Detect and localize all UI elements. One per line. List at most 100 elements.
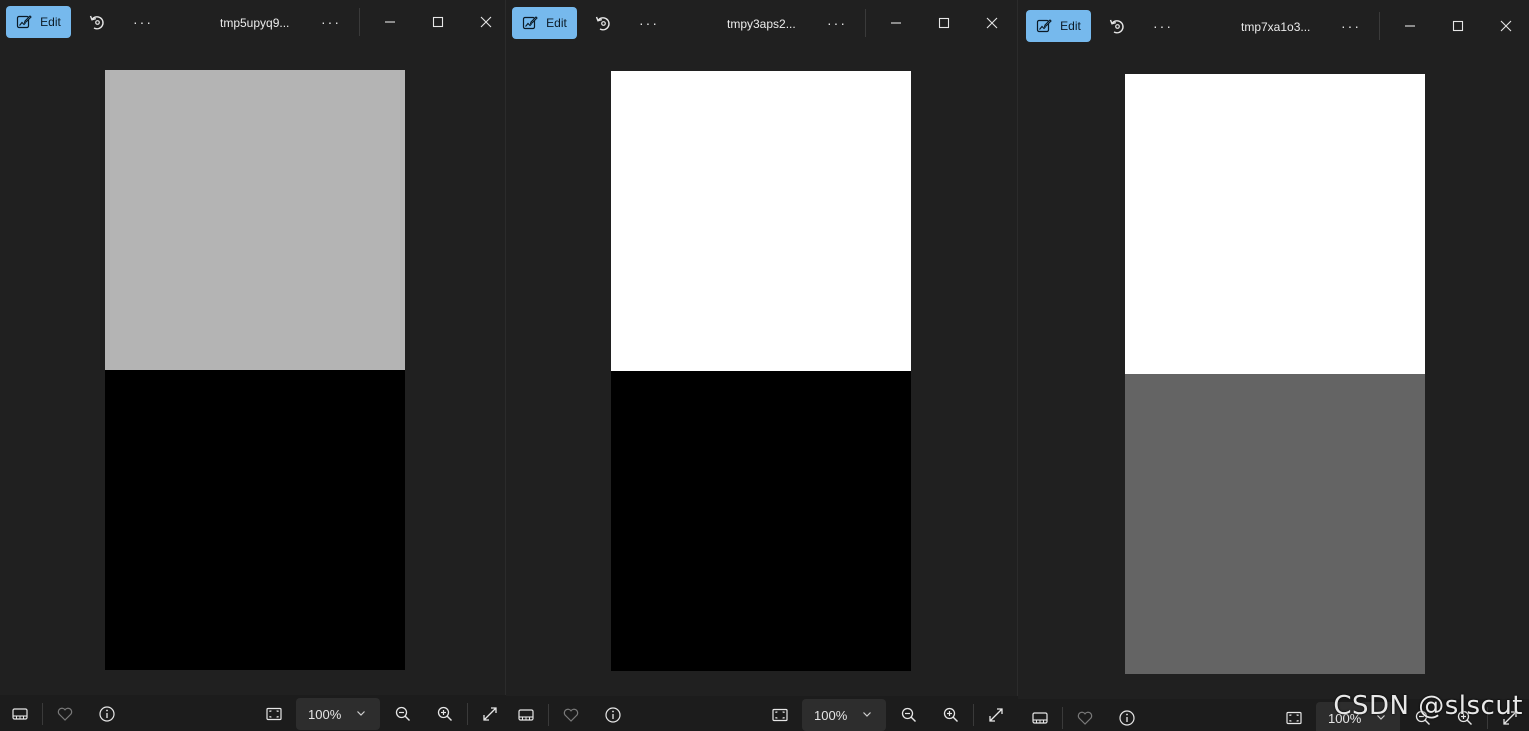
title-more-button[interactable]: ··· xyxy=(823,9,851,37)
close-icon xyxy=(983,14,1001,32)
bottom-toolbar: 100% xyxy=(0,695,506,731)
rotate-button[interactable] xyxy=(83,8,111,36)
maximize-icon xyxy=(429,13,447,31)
close-button[interactable] xyxy=(978,9,1006,37)
more-icon: ··· xyxy=(639,15,659,31)
fit-to-window-icon xyxy=(1285,709,1303,727)
favorite-icon xyxy=(1076,709,1094,727)
zoom-in-icon xyxy=(942,706,960,724)
filmstrip-button[interactable] xyxy=(6,700,34,728)
image-top-half xyxy=(1125,74,1425,374)
favorite-button[interactable] xyxy=(51,700,79,728)
info-button[interactable] xyxy=(93,700,121,728)
more-icon: ··· xyxy=(827,15,847,31)
maximize-icon xyxy=(935,14,953,32)
more-options-button[interactable]: ··· xyxy=(635,9,663,37)
chevron-down-icon xyxy=(860,707,874,721)
minimize-button[interactable] xyxy=(376,8,404,36)
filmstrip-button[interactable] xyxy=(1026,704,1054,731)
more-icon: ··· xyxy=(321,14,341,30)
zoom-out-button[interactable] xyxy=(895,701,923,729)
toolbar-separator xyxy=(42,703,43,725)
maximize-icon xyxy=(1449,17,1467,35)
minimize-icon xyxy=(381,13,399,31)
edit-button[interactable]: Edit xyxy=(1026,10,1091,42)
title-more-button[interactable]: ··· xyxy=(317,8,345,36)
watermark-text: CSDN @slscut xyxy=(1333,691,1523,721)
full-screen-icon xyxy=(987,706,1005,724)
zoom-level-dropdown[interactable]: 100% xyxy=(296,698,380,730)
info-button[interactable] xyxy=(599,701,627,729)
title-separator xyxy=(865,9,866,37)
more-options-button[interactable]: ··· xyxy=(1149,12,1177,40)
photo-viewer-window-1: Edit ··· tmp5upyq9... ··· 100% xyxy=(0,0,506,731)
filmstrip-icon xyxy=(1031,709,1049,727)
bottom-toolbar: 100% xyxy=(506,696,1018,731)
image-canvas[interactable] xyxy=(1125,74,1425,674)
edit-image-icon xyxy=(522,15,538,31)
zoom-in-button[interactable] xyxy=(937,701,965,729)
image-bottom-half xyxy=(1125,374,1425,674)
favorite-button[interactable] xyxy=(1071,704,1099,731)
maximize-button[interactable] xyxy=(424,8,452,36)
toolbar-separator xyxy=(973,704,974,726)
zoom-level-dropdown[interactable]: 100% xyxy=(802,699,886,731)
more-icon: ··· xyxy=(133,14,153,30)
filmstrip-icon xyxy=(517,706,535,724)
more-options-button[interactable]: ··· xyxy=(129,8,157,36)
title-bar: Edit ··· tmp7xa1o3... ··· xyxy=(1018,4,1529,50)
minimize-icon xyxy=(1401,17,1419,35)
close-button[interactable] xyxy=(472,8,500,36)
photo-viewer-window-3: Edit ··· tmp7xa1o3... ··· 100% xyxy=(1018,0,1529,731)
rotate-button[interactable] xyxy=(1103,12,1131,40)
edit-button-label: Edit xyxy=(546,16,567,30)
fit-to-window-button[interactable] xyxy=(260,700,288,728)
info-icon xyxy=(98,705,116,723)
zoom-level-value: 100% xyxy=(308,706,342,722)
fit-to-window-button[interactable] xyxy=(766,701,794,729)
toolbar-separator xyxy=(548,704,549,726)
favorite-icon xyxy=(562,706,580,724)
edit-button-label: Edit xyxy=(40,15,61,29)
image-bottom-half xyxy=(611,371,911,671)
image-top-half xyxy=(105,70,405,370)
close-icon xyxy=(1497,17,1515,35)
file-name: tmp5upyq9... xyxy=(220,16,290,30)
photo-viewer-window-2: Edit ··· tmpy3aps2... ··· 100% xyxy=(506,0,1018,731)
minimize-button[interactable] xyxy=(1396,12,1424,40)
edit-image-icon xyxy=(16,14,32,30)
maximize-button[interactable] xyxy=(1444,12,1472,40)
maximize-button[interactable] xyxy=(930,9,958,37)
edit-button-label: Edit xyxy=(1060,19,1081,33)
rotate-button[interactable] xyxy=(589,9,617,37)
filmstrip-button[interactable] xyxy=(512,701,540,729)
full-screen-button[interactable] xyxy=(982,701,1010,729)
info-button[interactable] xyxy=(1113,704,1141,731)
edit-button[interactable]: Edit xyxy=(512,7,577,39)
zoom-out-button[interactable] xyxy=(389,700,417,728)
close-button[interactable] xyxy=(1492,12,1520,40)
full-screen-icon xyxy=(481,705,499,723)
title-separator xyxy=(1379,12,1380,40)
title-more-button[interactable]: ··· xyxy=(1337,12,1365,40)
full-screen-button[interactable] xyxy=(476,700,504,728)
fit-to-window-button[interactable] xyxy=(1280,704,1308,731)
zoom-out-icon xyxy=(394,705,412,723)
filmstrip-icon xyxy=(11,705,29,723)
title-bar: Edit ··· tmpy3aps2... ··· xyxy=(506,1,1018,47)
rotate-icon xyxy=(88,13,106,31)
more-icon: ··· xyxy=(1341,18,1361,34)
edit-image-icon xyxy=(1036,18,1052,34)
file-name: tmp7xa1o3... xyxy=(1241,20,1311,34)
favorite-button[interactable] xyxy=(557,701,585,729)
zoom-in-button[interactable] xyxy=(431,700,459,728)
rotate-icon xyxy=(594,14,612,32)
info-icon xyxy=(604,706,622,724)
title-separator xyxy=(359,8,360,36)
image-canvas[interactable] xyxy=(611,71,911,671)
zoom-out-icon xyxy=(900,706,918,724)
fit-to-window-icon xyxy=(771,706,789,724)
edit-button[interactable]: Edit xyxy=(6,6,71,38)
minimize-button[interactable] xyxy=(882,9,910,37)
image-canvas[interactable] xyxy=(105,70,405,670)
